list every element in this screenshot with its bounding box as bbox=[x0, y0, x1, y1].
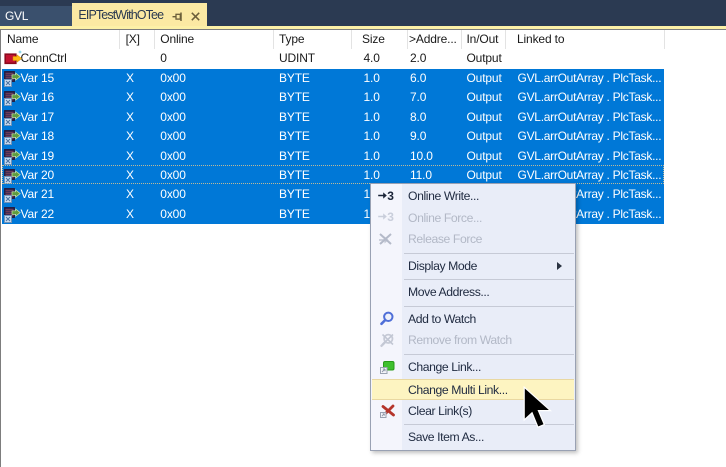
svg-text:3: 3 bbox=[387, 189, 394, 202]
svg-text:3: 3 bbox=[387, 210, 394, 223]
